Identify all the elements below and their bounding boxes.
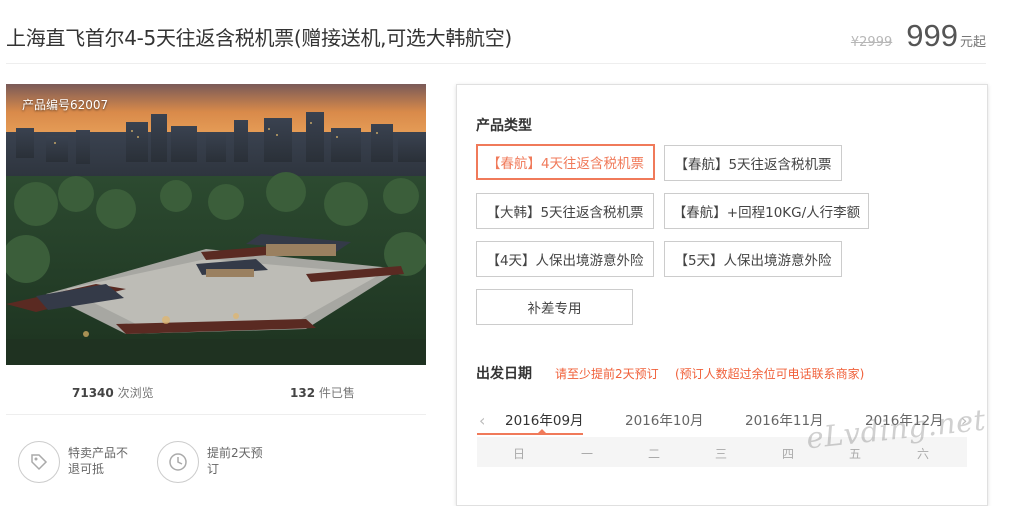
month-tab-2016-10[interactable]: 2016年10月 (625, 409, 704, 429)
option-luggage-10kg[interactable]: 【春航】+回程10KG/人行李额 (664, 193, 869, 229)
clock-icon (157, 441, 199, 483)
seat-contact-note: (预订人数超过余位可电话联系商家) (675, 367, 865, 381)
weekday-sat: 六 (917, 447, 930, 461)
option-insurance-4day[interactable]: 【4天】人保出境游意外险 (476, 241, 654, 277)
sold-count: 132 (290, 386, 316, 400)
price-unit: 元起 (959, 35, 986, 50)
active-month-caret (538, 429, 546, 433)
departure-date-title: 出发日期 (476, 366, 532, 382)
feature-no-refund: 特卖产品不退可抵 (18, 441, 132, 483)
product-type-title: 产品类型 (476, 118, 532, 134)
feature-label: 特卖产品不退可抵 (68, 446, 129, 476)
option-chunhang-5day[interactable]: 【春航】5天往返含税机票 (664, 145, 842, 181)
weekday-thu: 四 (782, 447, 795, 461)
month-tab-2016-09[interactable]: 2016年09月 (505, 409, 584, 429)
feature-advance-booking: 提前2天预订 (157, 441, 271, 483)
stats-divider (6, 414, 426, 415)
weekday-tue: 二 (648, 447, 661, 461)
booking-advance-note: 请至少提前2天预订 (555, 367, 659, 381)
weekday-mon: 一 (581, 447, 594, 461)
option-korean-air-5day[interactable]: 【大韩】5天往返含税机票 (476, 193, 654, 229)
weekday-wed: 三 (715, 447, 728, 461)
chevron-left-icon[interactable]: ‹ (479, 411, 485, 430)
product-id-label: 产品编号62007 (22, 98, 109, 112)
option-insurance-5day[interactable]: 【5天】人保出境游意外险 (664, 241, 842, 277)
weekday-sun: 日 (513, 447, 526, 461)
current-price: 999 (906, 18, 958, 53)
sold-label: 件已售 (318, 386, 355, 400)
price-block: ¥2999 999 元起 (851, 18, 986, 54)
option-chunhang-4day[interactable]: 【春航】4天往返含税机票 (476, 144, 655, 180)
sold-stat: 132 件已售 (290, 384, 355, 401)
seoul-palace-photo (6, 84, 426, 365)
active-month-indicator (477, 433, 583, 435)
product-title: 上海直飞首尔4-5天往返含税机票(赠接送机,可选大韩航空) (6, 26, 512, 50)
views-stat: 71340 次浏览 (72, 384, 154, 401)
option-price-difference[interactable]: 补差专用 (476, 289, 633, 325)
views-label: 次浏览 (117, 386, 154, 400)
header-divider (6, 63, 986, 64)
feature-label: 提前2天预订 (207, 446, 263, 476)
product-image[interactable]: 产品编号62007 (6, 84, 426, 365)
original-price: ¥2999 (850, 35, 893, 50)
views-count: 71340 (72, 386, 114, 400)
tag-icon (18, 441, 60, 483)
